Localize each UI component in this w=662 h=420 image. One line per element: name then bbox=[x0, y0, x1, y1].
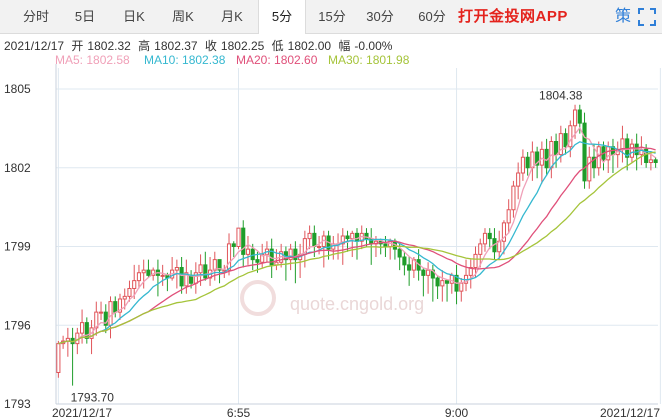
candle-body bbox=[241, 227, 246, 255]
candle-body bbox=[525, 156, 530, 169]
watermark: quote.cngold.org bbox=[290, 294, 424, 314]
candle-body bbox=[506, 209, 511, 224]
candle-body bbox=[511, 185, 516, 211]
candle-body bbox=[554, 141, 559, 156]
y-tick-label: 1796 bbox=[4, 318, 31, 332]
candle-body bbox=[198, 264, 203, 274]
candle-body bbox=[127, 288, 132, 297]
y-tick-label: 1793 bbox=[4, 397, 31, 411]
candle-body bbox=[113, 301, 118, 313]
candle-body bbox=[653, 159, 658, 163]
x-tick-label: 2021/12/17 bbox=[52, 406, 112, 420]
candle-body bbox=[174, 267, 179, 271]
candle-body bbox=[84, 322, 89, 339]
candle-body bbox=[236, 227, 241, 247]
candle-body bbox=[487, 232, 492, 240]
y-tick-label: 1799 bbox=[4, 240, 31, 254]
candle-body bbox=[577, 109, 582, 124]
candle-body bbox=[179, 267, 184, 287]
candle-body bbox=[345, 235, 350, 240]
candle-body bbox=[444, 280, 450, 284]
candle-body bbox=[440, 280, 445, 287]
candle-body bbox=[482, 232, 488, 245]
high-annotation: 1804.38 bbox=[539, 88, 583, 102]
y-tick-label: 1805 bbox=[4, 82, 31, 96]
candle-body bbox=[582, 122, 587, 182]
candle-body bbox=[397, 248, 402, 258]
candle-body bbox=[539, 148, 544, 166]
candle-body bbox=[108, 301, 113, 326]
candle-body bbox=[312, 232, 317, 247]
candle-body bbox=[421, 269, 426, 276]
candle-body bbox=[141, 269, 146, 274]
candle-body bbox=[478, 243, 483, 255]
y-tick-label: 1802 bbox=[4, 161, 31, 175]
x-tick-label: 9:00 bbox=[445, 406, 469, 420]
candle-body bbox=[350, 232, 355, 240]
candle-body bbox=[648, 159, 653, 163]
candle-body bbox=[587, 156, 592, 182]
candle-body bbox=[132, 280, 137, 289]
candle-body bbox=[572, 109, 578, 127]
candle-body bbox=[122, 295, 127, 300]
candle-body bbox=[193, 272, 198, 284]
x-tick-label: 2021/12/17 bbox=[600, 406, 660, 420]
candle-body bbox=[146, 269, 151, 276]
candle-body bbox=[293, 248, 298, 261]
candle-body bbox=[407, 264, 412, 271]
candle-body bbox=[56, 343, 61, 373]
candle-body bbox=[435, 277, 440, 287]
candle-body bbox=[449, 274, 454, 284]
candle-body bbox=[516, 172, 521, 187]
candle-body bbox=[307, 232, 312, 240]
candle-body bbox=[354, 232, 360, 242]
candle-body bbox=[226, 243, 232, 271]
x-tick-label: 6:55 bbox=[227, 406, 251, 420]
candle-body bbox=[136, 272, 142, 282]
candle-body bbox=[383, 243, 388, 247]
candle-body bbox=[459, 282, 464, 292]
candle-body bbox=[620, 138, 625, 150]
candlestick-chart: 1793 1796 1799 1802 1805 2021/12/17 6:55 9:00 20… bbox=[4, 64, 661, 420]
candle-body bbox=[245, 248, 251, 255]
candle-body bbox=[402, 256, 407, 266]
candle-body bbox=[629, 143, 634, 158]
candle-body bbox=[255, 259, 260, 263]
candle-body bbox=[317, 246, 322, 248]
candle-body bbox=[426, 269, 431, 276]
candle-body bbox=[231, 243, 236, 247]
candle-body bbox=[563, 133, 568, 148]
low-annotation: 1793.70 bbox=[71, 391, 115, 405]
candle-body bbox=[473, 253, 478, 268]
candle-body bbox=[98, 311, 104, 314]
candle-body bbox=[520, 156, 525, 174]
candle-body bbox=[160, 274, 165, 277]
candle-body bbox=[80, 322, 85, 334]
watermark-logo bbox=[240, 280, 276, 316]
candle-body bbox=[203, 264, 208, 279]
